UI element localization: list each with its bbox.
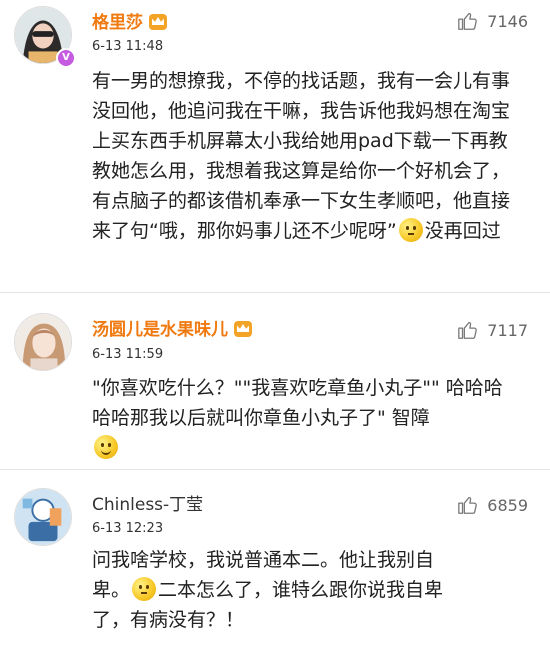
username[interactable]: 格里莎 [92,8,167,33]
like-button[interactable]: 7146 [457,10,528,32]
avatar[interactable] [14,313,72,371]
like-count: 7146 [487,11,528,31]
comment-text: "你喜欢吃什么？""我喜欢吃章鱼小丸子"" 哈哈哈哈哈那我以后就叫你章鱼小丸子了… [92,373,512,463]
like-button[interactable]: 6859 [457,494,528,516]
comment-time: 6-13 11:59 [92,347,164,362]
thinking-face-emoji [398,218,423,242]
verified-v-icon: V [56,48,76,68]
username-text[interactable]: 汤圆儿是水果味儿 [92,320,228,340]
comment-text-part: "你喜欢吃什么？""我喜欢吃章鱼小丸子"" 哈哈哈哈哈那我以后就叫你章鱼小丸子了… [92,377,503,429]
avatar-image [15,314,71,370]
username-text[interactable]: 格里莎 [92,13,143,33]
avatar[interactable] [14,488,72,546]
comment-text: 问我啥学校，我说普通本二。他让我别自卑。 二本怎么了，谁特么跟你说我自卑了，有病没… [92,545,452,635]
comment-text-part: 没再回过 [424,220,501,242]
comment-item: V 格里莎 6-13 11:48 7146 有一男的想撩我，不停的找话题，我有一… [0,0,550,292]
comment-item: Chinless-丁莹 6-13 12:23 6859 问我啥学校，我说普通本二… [0,470,550,646]
comment-text-part: 有一男的想撩我，不停的找话题，我有一会儿有事没回他，他追问我在干嘛，我告诉他我妈… [92,70,511,242]
username[interactable]: Chinless-丁莹 [92,490,203,515]
vip-crown-icon [149,14,167,30]
thinking-face-emoji [132,577,157,601]
smiling-face-emoji [94,435,118,459]
thumbs-up-icon [458,496,478,514]
thumbs-up-icon [458,12,478,30]
thumbs-up-icon [458,321,478,339]
avatar-image [15,489,71,545]
comment-time: 6-13 12:23 [92,521,164,536]
username-text[interactable]: Chinless-丁莹 [92,495,203,515]
comment-time: 6-13 11:48 [92,39,164,54]
like-count: 7117 [487,320,528,340]
like-button[interactable]: 7117 [457,319,528,341]
comment-text: 有一男的想撩我，不停的找话题，我有一会儿有事没回他，他追问我在干嘛，我告诉他我妈… [92,66,512,246]
vip-crown-icon [234,321,252,337]
like-count: 6859 [487,495,528,515]
username[interactable]: 汤圆儿是水果味儿 [92,315,252,340]
comment-item: 汤圆儿是水果味儿 6-13 11:59 7117 "你喜欢吃什么？""我喜欢吃章… [0,293,550,465]
